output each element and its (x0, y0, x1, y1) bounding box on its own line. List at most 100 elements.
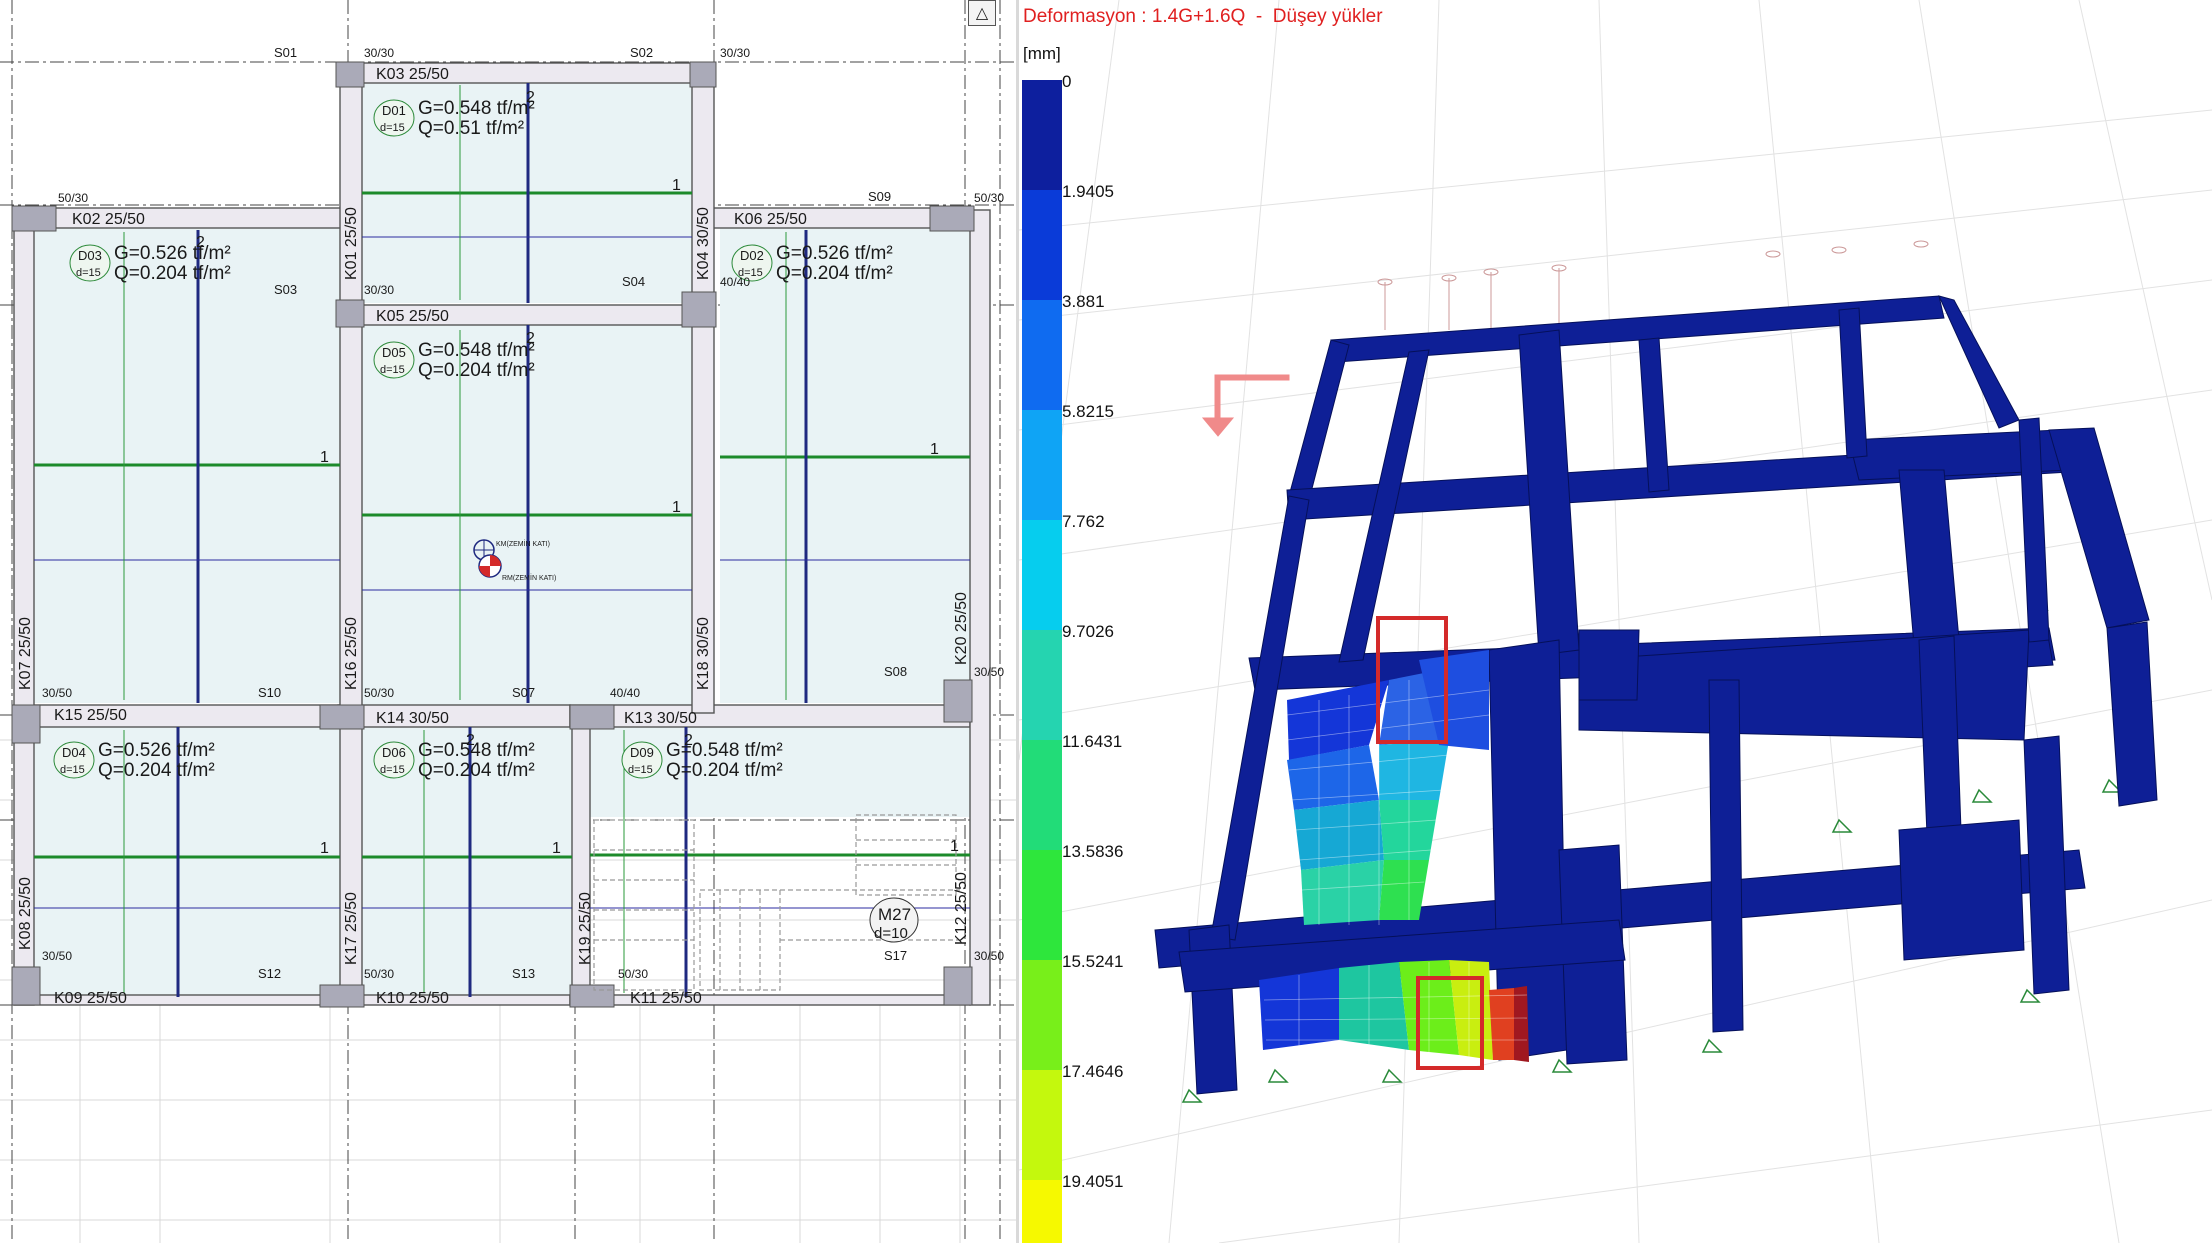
legend-value: 1.9405 (1062, 182, 1114, 201)
legend-segment (1022, 300, 1062, 410)
svg-text:30/50: 30/50 (42, 686, 72, 700)
column-s02[interactable]: S02 (630, 45, 653, 60)
floor-plan-drawing[interactable]: D01 d=15 G=0.548 tf/m² Q=0.51 tf/m² D03 … (0, 0, 1016, 1243)
column-s13[interactable]: S13 (512, 966, 535, 981)
legend-segment (1022, 190, 1062, 300)
deformation-title: Deformasyon : 1.4G+1.6Q - Düşey yükler (1023, 6, 1383, 27)
slab-label-d05[interactable]: D05 d=15 G=0.548 tf/m² Q=0.204 tf/m² (373, 340, 535, 381)
svg-text:30/30: 30/30 (720, 46, 750, 60)
deformation-3d-view[interactable] (1019, 0, 2212, 1243)
legend-segment (1022, 1070, 1062, 1180)
svg-text:30/50: 30/50 (42, 949, 72, 963)
svg-text:50/30: 50/30 (618, 967, 648, 981)
legend-segment (1022, 410, 1062, 520)
svg-text:1: 1 (672, 177, 681, 194)
beam-k18[interactable]: K18 30/50 (695, 617, 712, 690)
column-s07[interactable]: S07 (512, 685, 535, 700)
column-s09[interactable]: S09 (868, 189, 891, 204)
beam-k14[interactable]: K14 30/50 (376, 710, 449, 727)
beam-k13[interactable]: K13 30/50 (624, 710, 697, 727)
beam-k17[interactable]: K17 25/50 (343, 892, 360, 965)
legend-segment (1022, 80, 1062, 190)
column-s04[interactable]: S04 (622, 274, 645, 289)
svg-text:D05: D05 (382, 345, 406, 360)
svg-text:1: 1 (950, 838, 959, 855)
beam-k20[interactable]: K20 25/50 (953, 592, 970, 665)
legend-value: 15.5241 (1062, 952, 1124, 971)
svg-text:d=10: d=10 (874, 925, 908, 942)
beam-k04[interactable]: K04 30/50 (695, 207, 712, 280)
legend-value: 7.762 (1062, 512, 1105, 531)
column-s10[interactable]: S10 (258, 685, 281, 700)
legend-value: 9.7026 (1062, 622, 1114, 641)
svg-text:40/40: 40/40 (610, 686, 640, 700)
svg-text:2: 2 (466, 732, 475, 749)
svg-text:1: 1 (320, 840, 329, 857)
beam-k15[interactable]: K15 25/50 (54, 707, 127, 724)
legend-segment (1022, 740, 1062, 850)
slab-label-d01[interactable]: D01 d=15 G=0.548 tf/m² Q=0.51 tf/m² (373, 98, 535, 139)
svg-text:30/50: 30/50 (974, 665, 1004, 679)
svg-text:D09: D09 (630, 745, 654, 760)
svg-text:D06: D06 (382, 745, 406, 760)
svg-text:d=15: d=15 (380, 364, 405, 376)
svg-text:30/50: 30/50 (974, 949, 1004, 963)
svg-text:50/30: 50/30 (364, 967, 394, 981)
svg-text:50/30: 50/30 (364, 686, 394, 700)
beam-k01[interactable]: K01 25/50 (343, 207, 360, 280)
stair-label-m27[interactable]: M27 d=10 (869, 897, 919, 943)
beam-k05[interactable]: K05 25/50 (376, 308, 449, 325)
beam-k03[interactable]: K03 25/50 (376, 66, 449, 83)
svg-text:G=0.526 tf/m²: G=0.526 tf/m² (114, 243, 231, 264)
svg-text:Q=0.204 tf/m²: Q=0.204 tf/m² (418, 760, 535, 781)
legend-segment (1022, 630, 1062, 740)
column-s03[interactable]: S03 (274, 282, 297, 297)
svg-text:30/30: 30/30 (364, 283, 394, 297)
collapse-panel-button[interactable]: △ (968, 0, 996, 26)
svg-text:D02: D02 (740, 248, 764, 263)
svg-text:d=15: d=15 (76, 267, 101, 279)
legend-value: 17.4646 (1062, 1062, 1124, 1081)
slab-label-d02[interactable]: D02 d=15 G=0.526 tf/m² Q=0.204 tf/m² (731, 243, 893, 284)
legend-value: 19.4051 (1062, 1172, 1124, 1191)
column-s08[interactable]: S08 (884, 664, 907, 679)
svg-text:G=0.548 tf/m²: G=0.548 tf/m² (418, 340, 535, 361)
slab-label-d04[interactable]: D04 d=15 G=0.526 tf/m² Q=0.204 tf/m² (53, 740, 215, 781)
floor-plan-panel[interactable]: D01 d=15 G=0.548 tf/m² Q=0.51 tf/m² D03 … (0, 0, 1016, 1243)
legend-value: 13.5836 (1062, 842, 1124, 861)
svg-text:D03: D03 (78, 248, 102, 263)
column-s01[interactable]: S01 (274, 45, 297, 60)
3d-model-canvas[interactable] (1019, 0, 2212, 1243)
deformation-color-legend (1022, 80, 1062, 1243)
legend-value: 0 (1062, 72, 1072, 91)
beam-k06[interactable]: K06 25/50 (734, 211, 807, 228)
global-axis-arrow (1201, 374, 1290, 437)
beam-k11[interactable]: K11 25/50 (630, 990, 702, 1007)
svg-text:d=15: d=15 (380, 122, 405, 134)
svg-text:d=15: d=15 (380, 764, 405, 776)
svg-text:G=0.548 tf/m²: G=0.548 tf/m² (418, 98, 535, 119)
column-s17[interactable]: S17 (884, 948, 907, 963)
svg-text:d=15: d=15 (628, 764, 653, 776)
svg-text:KM(ZEMİN KATI): KM(ZEMİN KATI) (496, 539, 550, 548)
legend-value: 5.8215 (1062, 402, 1114, 421)
beam-k10[interactable]: K10 25/50 (376, 990, 449, 1007)
beam-k02[interactable]: K02 25/50 (72, 211, 145, 228)
slab-label-d06[interactable]: D06 d=15 G=0.548 tf/m² Q=0.204 tf/m² (373, 740, 535, 781)
svg-text:50/30: 50/30 (974, 191, 1004, 205)
beam-k08[interactable]: K08 25/50 (17, 877, 34, 950)
svg-text:2: 2 (526, 330, 535, 347)
svg-text:30/30: 30/30 (364, 46, 394, 60)
beam-k12[interactable]: K12 25/50 (953, 872, 970, 945)
legend-segment (1022, 960, 1062, 1070)
svg-text:2: 2 (196, 234, 205, 251)
beam-k07[interactable]: K07 25/50 (17, 617, 34, 690)
slab-label-d09[interactable]: D09 d=15 G=0.548 tf/m² Q=0.204 tf/m² (621, 740, 783, 781)
legend-segment (1022, 520, 1062, 630)
slab-label-d03[interactable]: D03 d=15 G=0.526 tf/m² Q=0.204 tf/m² (69, 243, 231, 284)
column-s12[interactable]: S12 (258, 966, 281, 981)
beam-k09[interactable]: K09 25/50 (54, 990, 127, 1007)
beam-k16[interactable]: K16 25/50 (343, 617, 360, 690)
svg-text:D04: D04 (62, 745, 86, 760)
beam-k19[interactable]: K19 25/50 (577, 892, 594, 965)
